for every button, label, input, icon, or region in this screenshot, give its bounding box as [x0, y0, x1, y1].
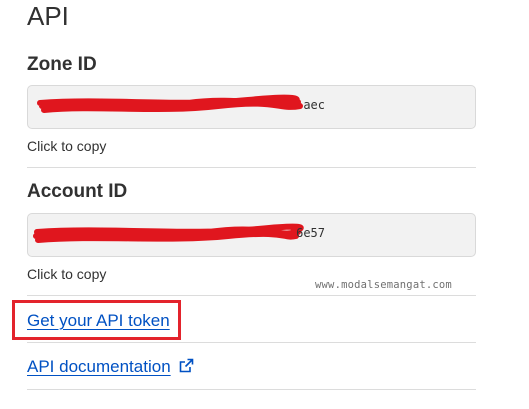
- divider: [27, 167, 476, 168]
- zone-id-label: Zone ID: [27, 54, 97, 75]
- api-panel: API Zone ID aec Click to copy Account ID…: [0, 0, 529, 409]
- redaction-scribble: [37, 94, 303, 113]
- section-title: API: [27, 1, 69, 31]
- zone-id-text: aec: [303, 98, 325, 112]
- zone-id-value-box[interactable]: aec: [27, 85, 476, 129]
- divider: [27, 389, 476, 390]
- divider: [27, 295, 476, 296]
- external-link-icon: [179, 357, 194, 379]
- divider: [27, 342, 476, 343]
- api-documentation-label: API documentation: [27, 357, 171, 376]
- account-id-label: Account ID: [27, 181, 128, 202]
- account-id-text: 6e57: [296, 226, 325, 240]
- zone-copy-hint: Click to copy: [27, 138, 107, 154]
- account-id-value-box[interactable]: 6e57: [27, 213, 476, 257]
- watermark: www.modalsemangat.com: [315, 279, 452, 291]
- account-copy-hint: Click to copy: [27, 266, 107, 282]
- redaction-scribble: [33, 223, 304, 243]
- api-documentation-link[interactable]: API documentation: [27, 356, 194, 379]
- get-api-token-link[interactable]: Get your API token: [27, 310, 170, 332]
